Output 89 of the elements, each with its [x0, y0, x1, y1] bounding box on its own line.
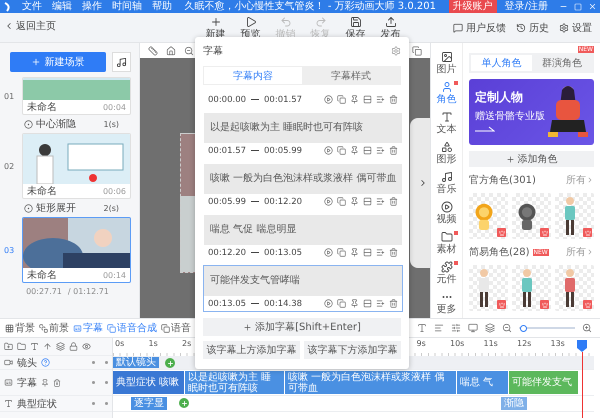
banner-title: 定制人物 — [475, 89, 524, 106]
header-action[interactable]: 历史 — [516, 20, 549, 34]
tab[interactable]: 字幕样式 — [302, 67, 400, 84]
panel-tab[interactable]: 语音 — [161, 321, 191, 335]
side-tool[interactable]: 视频 — [431, 201, 462, 227]
side-tool[interactable]: 素材 — [431, 231, 462, 257]
scene-name: 未命名 — [26, 268, 57, 282]
menu-item[interactable]: 时间轴 — [112, 0, 142, 13]
insert-above-button[interactable]: 该字幕上方添加字幕 — [203, 341, 300, 359]
scene-number: 03 — [4, 246, 16, 254]
scene-duration: 00:14 — [102, 270, 126, 280]
tab[interactable]: 单人角色 — [471, 55, 532, 71]
transition-name[interactable]: 中心渐隐 — [36, 117, 100, 131]
scene-card[interactable]: 未命名 00:14 — [22, 217, 131, 283]
start-time[interactable]: 00:05.99 — [208, 196, 246, 206]
subtitle-text[interactable]: 咳嗽 一般为白色泡沫样或浆液样 偶可带血 — [204, 164, 402, 194]
side-tool[interactable]: 元件 — [431, 261, 462, 287]
scene-card[interactable]: 未命名 00:06 — [22, 133, 131, 199]
side-tool[interactable]: 文本 — [431, 111, 462, 137]
panel-tab[interactable]: 字幕 — [73, 321, 103, 335]
side-tool[interactable]: 图片 — [431, 51, 462, 77]
scene-number: 02 — [4, 162, 16, 170]
side-tool[interactable]: 音乐 — [431, 171, 462, 197]
scene-card[interactable]: 未命名 00:04 — [22, 77, 131, 115]
track-label: 镜头 — [17, 356, 37, 370]
total-time: / 01:12.71 — [68, 287, 109, 296]
banner-subtitle: 赠送骨骼专业版 — [475, 110, 545, 123]
end-time[interactable]: 00:14.38 — [264, 298, 302, 308]
menu-item[interactable]: 帮助 — [152, 0, 172, 13]
start-time[interactable]: 00:00.00 — [208, 94, 246, 104]
subtitle-text[interactable]: 喘息 气促 喘息明显 — [204, 215, 402, 245]
tab[interactable]: 群演角色 — [532, 55, 592, 71]
transition-duration: 2(s) — [104, 204, 119, 212]
promo-banner[interactable]: 定制人物 赠送骨骼专业版 — [469, 79, 594, 145]
track-label: 典型症状 — [17, 398, 57, 410]
ruler-label: 2s — [182, 339, 192, 348]
menu-item[interactable]: 操作 — [82, 0, 102, 13]
add-subtitle-button[interactable]: 添加字幕[Shift+Enter] — [203, 318, 401, 336]
menu-item[interactable]: 编辑 — [52, 0, 72, 13]
ruler-label: 0s — [115, 339, 124, 348]
scene-name: 未命名 — [26, 100, 57, 114]
track-label: 字幕 — [17, 376, 37, 390]
ruler-label: 11s — [484, 339, 498, 348]
subtitle-entry[interactable]: 可能伴发支气管哮喘 00:13.05 00:14.38 — [203, 265, 404, 312]
panel-tab[interactable]: 背景 — [5, 321, 35, 335]
side-tool[interactable]: 图形 — [431, 141, 462, 167]
ruler-label: 1s — [148, 339, 158, 348]
scene-duration: 00:06 — [102, 186, 126, 196]
transition-name[interactable]: 矩形展开 — [36, 201, 100, 215]
start-time[interactable]: 00:12.20 — [208, 248, 246, 258]
login-link[interactable]: 登录/注册 — [504, 0, 548, 13]
ruler-label: 9s — [416, 339, 426, 348]
add-character-button[interactable]: 添加角色 — [469, 151, 594, 167]
insert-below-button[interactable]: 该字幕下方添加字幕 — [304, 341, 401, 359]
subtitle-segment[interactable]: 典型症状 咳嗽 — [113, 371, 185, 394]
start-time[interactable]: 00:13.05 — [208, 298, 246, 308]
panel-tab[interactable]: 前景 — [39, 321, 69, 335]
ruler-label: 10s — [450, 339, 464, 348]
scene-name: 未命名 — [26, 184, 57, 198]
tab[interactable]: 字幕内容 — [204, 67, 302, 84]
start-time[interactable]: 00:01.57 — [208, 146, 246, 156]
header-action[interactable]: 用户反馈 — [453, 20, 506, 34]
section-title: 官方角色(301) — [469, 174, 536, 187]
end-time[interactable]: 00:05.99 — [264, 146, 302, 156]
side-tool[interactable]: 角色 — [431, 81, 462, 107]
side-tool[interactable]: 更多 — [431, 291, 462, 317]
dialog-title: 字幕 — [203, 44, 223, 58]
menu-item[interactable]: 文件 — [22, 0, 42, 13]
ruler-label: 13s — [550, 339, 565, 348]
new-scene-button[interactable]: 新建场景 — [10, 52, 106, 72]
end-time[interactable]: 00:12.20 — [264, 196, 302, 206]
scene-number: 01 — [4, 92, 16, 100]
end-time[interactable]: 00:01.57 — [264, 94, 302, 104]
window-title: 久眠不愈，小心慢性支气管炎！ - 万彩动画大师 3.0.201 — [184, 0, 437, 13]
subtitle-entry[interactable]: 咳嗽 一般为白色泡沫样或浆液样 偶可带血 00:05.99 00:12.20 — [203, 163, 404, 210]
subtitle-text[interactable]: 可能伴发支气管哮喘 — [204, 266, 402, 296]
end-time[interactable]: 00:13.05 — [264, 248, 302, 258]
header-action[interactable]: 设置 — [559, 20, 592, 34]
subtitle-entry[interactable]: 喘息 气促 喘息明显 00:12.20 00:13.05 — [203, 214, 404, 261]
scene-duration: 00:04 — [102, 102, 126, 112]
panel-tab[interactable]: 语音合成 — [107, 321, 157, 335]
transition-duration: 1(s) — [104, 120, 119, 128]
current-time: 00:27.71 — [26, 287, 62, 296]
back-link[interactable]: 返回主页 — [0, 19, 198, 33]
ruler-label: 12s — [517, 339, 532, 348]
subtitle-entry[interactable]: 以是起咳嗽为主 睡眠时也可有阵咳 00:01.57 00:05.99 — [203, 112, 404, 159]
upgrade-button[interactable]: 升级账户 — [448, 0, 497, 13]
section-title: 简易角色(28) — [469, 246, 530, 259]
subtitle-text[interactable]: 以是起咳嗽为主 睡眠时也可有阵咳 — [204, 113, 402, 143]
